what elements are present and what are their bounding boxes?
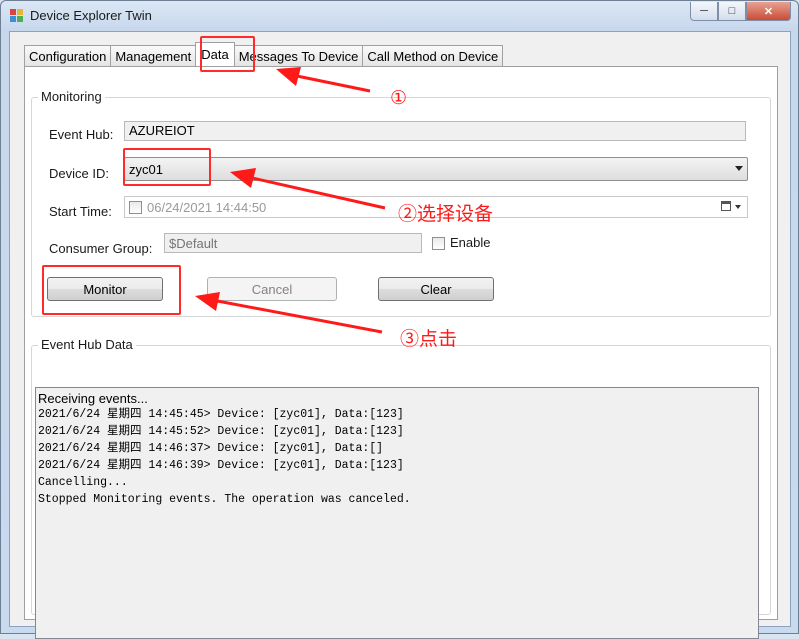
annotation-step1: ① xyxy=(390,88,408,109)
arrowhead-step2-icon xyxy=(230,168,256,188)
arrow-step2-icon xyxy=(247,175,386,210)
arrow-step3-icon xyxy=(211,298,383,334)
highlight-device-id xyxy=(123,148,211,186)
arrowhead-step1-icon xyxy=(276,67,301,86)
arrow-step1-icon xyxy=(291,73,371,93)
annotation-step2: ②选择设备 xyxy=(398,204,494,225)
highlight-data-tab xyxy=(200,36,255,72)
annotation-step3: ③点击 xyxy=(400,329,458,350)
arrowhead-step3-icon xyxy=(195,292,220,311)
highlight-monitor-button xyxy=(42,265,181,315)
